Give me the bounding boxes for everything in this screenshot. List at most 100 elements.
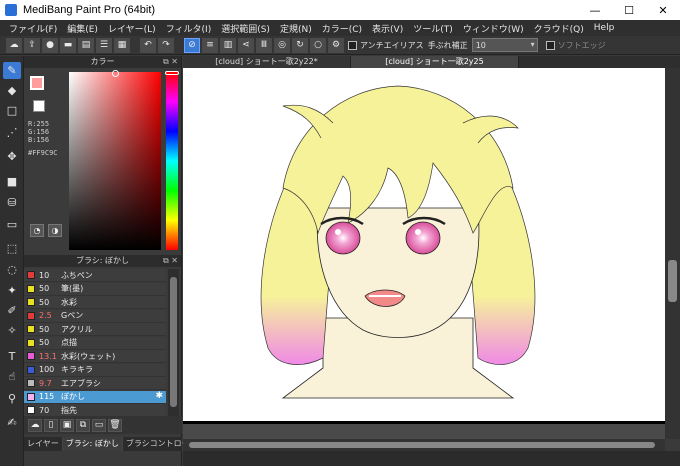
- menu-ruler[interactable]: 定規(N): [275, 22, 317, 35]
- hand-tool-icon[interactable]: ✍: [3, 414, 21, 431]
- menu-file[interactable]: ファイル(F): [4, 22, 62, 35]
- foreground-color-swatch[interactable]: [30, 76, 44, 90]
- chat-icon[interactable]: ▬: [60, 37, 76, 53]
- scrollbar-thumb[interactable]: [170, 277, 177, 407]
- scrollbar-thumb[interactable]: [189, 442, 655, 448]
- menu-view[interactable]: 表示(V): [367, 22, 408, 35]
- comment-icon[interactable]: ●: [42, 37, 58, 53]
- brush-image-icon[interactable]: ▣: [60, 418, 74, 432]
- background-color-swatch[interactable]: [33, 100, 45, 112]
- brush-folder-icon[interactable]: ▭: [92, 418, 106, 432]
- brush-list-scrollbar[interactable]: [168, 269, 179, 425]
- brush-list-item[interactable]: 13.1 水彩(ウェット): [24, 350, 166, 363]
- magic-wand-tool-icon[interactable]: ✦: [3, 282, 21, 299]
- cloud-icon[interactable]: ☁: [6, 37, 22, 53]
- operation-tool-icon[interactable]: ☝: [3, 368, 21, 385]
- menu-color[interactable]: カラー(C): [317, 22, 367, 35]
- move-tool-icon[interactable]: ✥: [3, 148, 21, 165]
- left-eye-highlight: [335, 229, 341, 235]
- eyedropper-tool-icon[interactable]: ⚲: [3, 390, 21, 407]
- select-eraser-tool-icon[interactable]: ✧: [3, 322, 21, 339]
- canvas-area[interactable]: [183, 68, 665, 439]
- brush-list-item[interactable]: 50 水彩: [24, 296, 166, 309]
- color-panel-title: カラー: [90, 57, 115, 66]
- brush-list-item[interactable]: 50 筆(墨): [24, 282, 166, 296]
- snap-grid-icon[interactable]: ▥: [220, 37, 236, 53]
- menu-edit[interactable]: 編集(E): [62, 22, 103, 35]
- eraser-tool-icon[interactable]: ◆: [3, 82, 21, 99]
- canvas-vertical-scrollbar[interactable]: [665, 68, 680, 439]
- saturation-value-picker[interactable]: [69, 72, 161, 250]
- text-tool-icon[interactable]: T: [3, 348, 21, 365]
- brush-list-item[interactable]: 100 キラキラ: [24, 363, 166, 377]
- panel-undock-icon[interactable]: ⧉ ✕: [163, 255, 178, 267]
- color-history-icon[interactable]: ◑: [48, 224, 62, 237]
- canvas-horizontal-scrollbar[interactable]: [183, 439, 665, 451]
- menu-selection[interactable]: 選択範囲(S): [216, 22, 275, 35]
- tab-document-2[interactable]: [cloud] ショート一歌2y25: [351, 56, 519, 68]
- stabilizer-select[interactable]: 10: [471, 38, 538, 52]
- drawing-canvas[interactable]: [183, 68, 665, 424]
- bucket-tool-icon[interactable]: ⛁: [3, 194, 21, 211]
- hue-slider-handle[interactable]: [165, 71, 179, 75]
- menu-filter[interactable]: フィルタ(I): [161, 22, 217, 35]
- dot-tool-icon[interactable]: ⋰: [3, 124, 21, 141]
- panel-undock-icon[interactable]: ⧉ ✕: [163, 56, 178, 68]
- redo-icon[interactable]: ↷: [158, 37, 174, 53]
- gradient-tool-icon[interactable]: ▭: [3, 216, 21, 233]
- palette-icon[interactable]: ◔: [30, 224, 44, 237]
- brush-list-item[interactable]: 10 ふちペン: [24, 269, 166, 282]
- snap-settings-icon[interactable]: ⚙: [328, 37, 344, 53]
- menu-window[interactable]: ウィンドウ(W): [458, 22, 529, 35]
- brush-new-icon[interactable]: ▯: [44, 418, 58, 432]
- brush-list-item[interactable]: 9.7 エアブラシ: [24, 377, 166, 390]
- brush-list-item[interactable]: 50 アクリル: [24, 323, 166, 336]
- brush-list-item[interactable]: 2.5 Gペン: [24, 309, 166, 323]
- share-icon[interactable]: ⇪: [24, 37, 40, 53]
- tab-document-1[interactable]: [cloud] ショート一歌2y22*: [183, 56, 351, 68]
- tab-layer[interactable]: レイヤー: [24, 437, 63, 451]
- antialias-checkbox[interactable]: [348, 40, 357, 50]
- brush-cloud-icon[interactable]: ☁: [28, 418, 42, 432]
- document-icon[interactable]: ▤: [78, 37, 94, 53]
- brush-name: 水彩: [61, 297, 77, 307]
- close-button[interactable]: ✕: [646, 0, 680, 20]
- grid-icon[interactable]: ▦: [114, 37, 130, 53]
- undo-icon[interactable]: ↶: [140, 37, 156, 53]
- brush-list-item[interactable]: 115 ぼかし ✱: [24, 390, 166, 404]
- right-eye-highlight: [415, 229, 421, 235]
- brush-name: 筆(墨): [61, 284, 84, 293]
- menu-cloud[interactable]: クラウド(Q): [529, 22, 589, 35]
- select-rect-tool-icon[interactable]: ⬚: [3, 240, 21, 257]
- menu-help[interactable]: Help: [589, 23, 620, 33]
- snap-vertical-icon[interactable]: Ⅲ: [256, 37, 272, 53]
- picker-cursor[interactable]: [112, 70, 119, 77]
- soft-edge-checkbox[interactable]: [545, 40, 555, 50]
- brush-copy-icon[interactable]: ⧉: [76, 418, 90, 432]
- tab-brush[interactable]: ブラシ: ぼかし: [62, 437, 123, 451]
- snap-radial-icon[interactable]: ⋖: [238, 37, 254, 53]
- scrollbar-thumb[interactable]: [668, 260, 677, 302]
- snap-parallel-icon[interactable]: ≡: [202, 37, 218, 53]
- select-pen-tool-icon[interactable]: ✐: [3, 302, 21, 319]
- brush-size: 70: [39, 405, 50, 415]
- brush-tool-icon[interactable]: ✎: [3, 62, 21, 79]
- snap-off-icon[interactable]: ⊘: [184, 37, 200, 53]
- list-icon[interactable]: ☰: [96, 37, 112, 53]
- maximize-button[interactable]: ☐: [612, 0, 646, 20]
- snap-circle-icon[interactable]: ◎: [274, 37, 290, 53]
- hue-slider[interactable]: [166, 72, 178, 250]
- fill-rect-tool-icon[interactable]: ■: [3, 173, 21, 190]
- brush-delete-icon[interactable]: 🗑: [108, 418, 122, 432]
- brush-list-item[interactable]: 50 点描: [24, 336, 166, 350]
- snap-ellipse-icon[interactable]: ○: [310, 37, 326, 53]
- menu-bar: ファイル(F) 編集(E) レイヤー(L) フィルタ(I) 選択範囲(S) 定規…: [0, 20, 680, 36]
- lasso-tool-icon[interactable]: ◌: [3, 261, 21, 278]
- brush-size: 9.7: [39, 378, 52, 388]
- rectangle-tool-icon[interactable]: □: [3, 102, 21, 119]
- menu-tool[interactable]: ツール(T): [408, 22, 458, 35]
- menu-layer[interactable]: レイヤー(L): [103, 22, 161, 35]
- brush-settings-icon[interactable]: ✱: [155, 391, 163, 401]
- minimize-button[interactable]: —: [578, 0, 612, 20]
- snap-curve-icon[interactable]: ↻: [292, 37, 308, 53]
